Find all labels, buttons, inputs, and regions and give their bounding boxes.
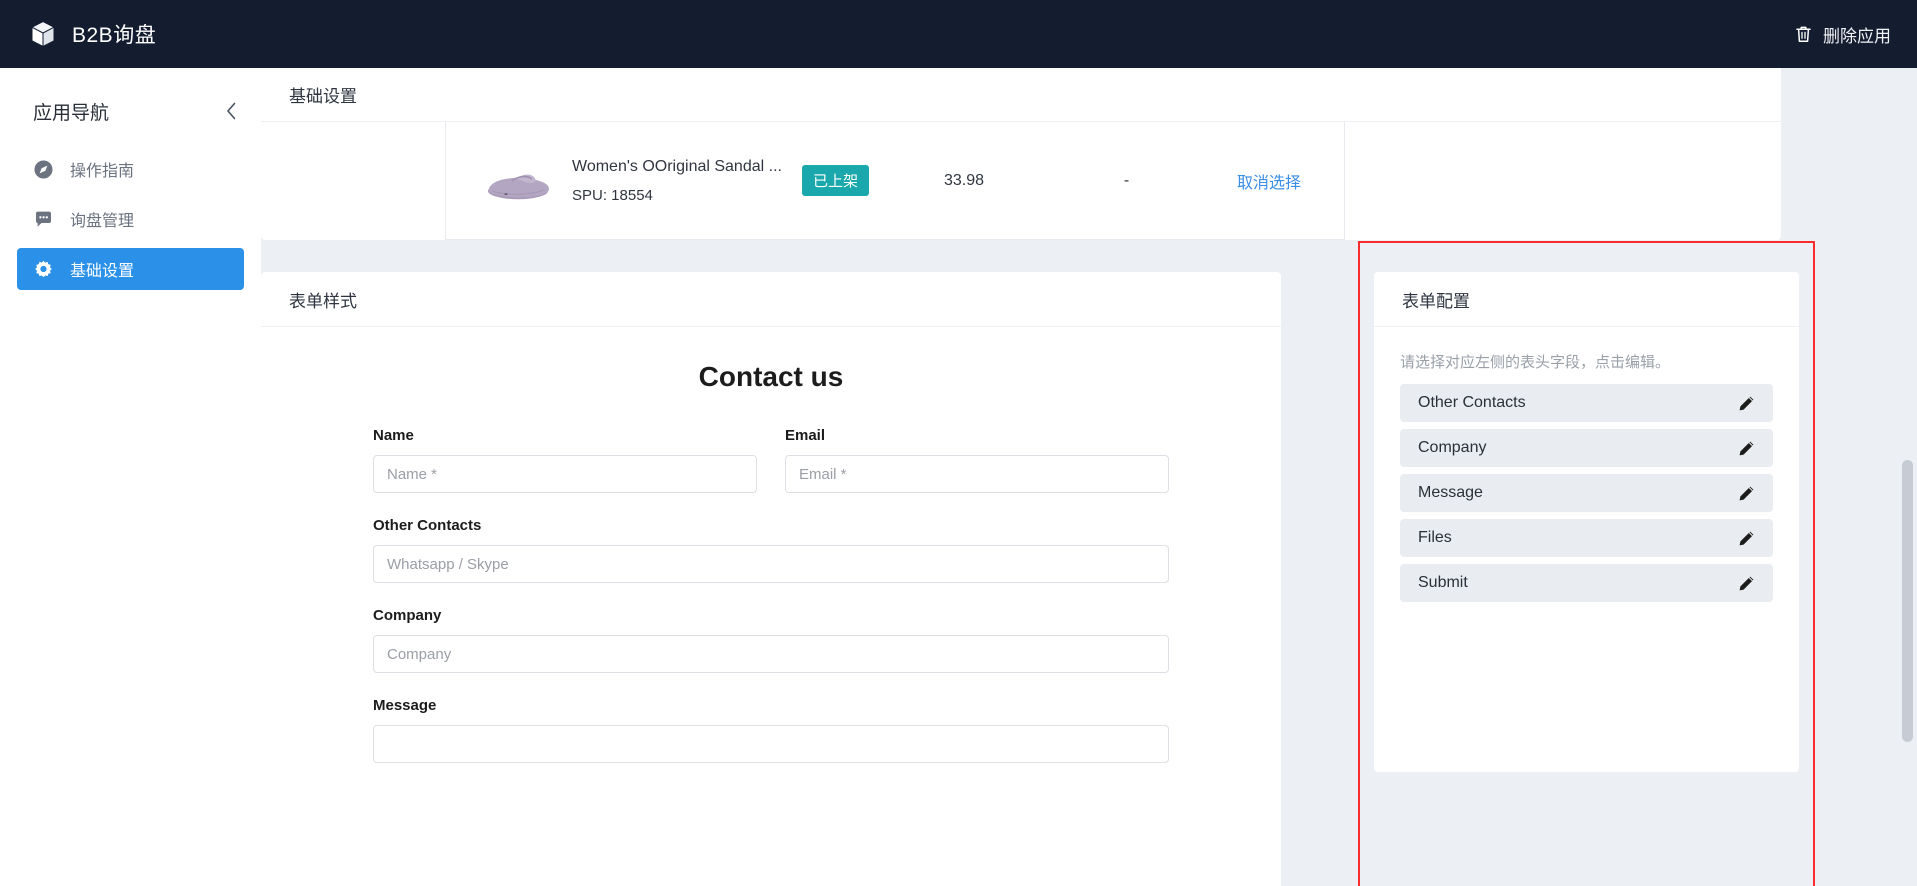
email-input[interactable]	[785, 455, 1169, 493]
form-style-header: 表单样式	[261, 272, 1281, 327]
basic-settings-title: 基础设置	[289, 87, 357, 106]
email-field-group: Email	[785, 427, 1169, 493]
form-style-card: 表单样式 Contact us Name Email Other Contact…	[261, 272, 1281, 886]
page-scrollbar[interactable]	[1902, 68, 1913, 886]
sidebar-nav: 操作指南 询盘管理 基础设置	[0, 148, 261, 290]
product-area: Women's OOriginal Sandal ... SPU: 18554 …	[261, 122, 1781, 240]
name-input[interactable]	[373, 455, 757, 493]
pencil-icon[interactable]	[1738, 395, 1755, 412]
app-root: B2B询盘 删除应用 应用导航 操作指南 询盘管理 基础设置 基础设置 Wome…	[0, 0, 1917, 886]
config-item-other-contacts[interactable]: Other Contacts	[1400, 384, 1773, 422]
name-field-label: Name	[373, 427, 414, 444]
form-config-card: 表单配置 请选择对应左侧的表头字段，点击编辑。 Other Contacts C…	[1374, 272, 1799, 772]
config-item-label: Message	[1418, 484, 1483, 501]
form-config-hint: 请选择对应左侧的表头字段，点击编辑。	[1400, 354, 1671, 371]
compass-icon	[34, 160, 53, 179]
email-field-label: Email	[785, 427, 826, 444]
config-item-label: Company	[1418, 439, 1487, 456]
sandal-product-image	[488, 174, 549, 199]
name-email-row: Name Email	[373, 427, 1169, 493]
config-item-label: Other Contacts	[1418, 394, 1526, 411]
sidebar-item-inquiry[interactable]: 询盘管理	[17, 198, 244, 240]
sidebar-header: 应用导航	[0, 82, 261, 140]
config-item-submit[interactable]: Submit	[1400, 564, 1773, 602]
sidebar-title: 应用导航	[33, 102, 110, 124]
pencil-icon[interactable]	[1738, 440, 1755, 457]
config-item-label: Submit	[1418, 574, 1468, 591]
cube-icon	[30, 20, 56, 48]
product-info: Women's OOriginal Sandal ... SPU: 18554	[572, 158, 787, 204]
message-field-group: Message	[373, 697, 1169, 763]
chat-bubble-icon	[34, 210, 53, 229]
basic-settings-card: 基础设置 Women's OOriginal Sandal ... SPU: 1…	[261, 68, 1781, 240]
sidebar-item-guide[interactable]: 操作指南	[17, 148, 244, 190]
brand: B2B询盘	[30, 19, 156, 49]
form-config-title: 表单配置	[1402, 291, 1470, 311]
other-contacts-input[interactable]	[373, 545, 1169, 583]
sidebar: 应用导航 操作指南 询盘管理 基础设置	[0, 68, 261, 886]
sidebar-item-label: 操作指南	[70, 163, 135, 180]
main-content: 基础设置 Women's OOriginal Sandal ... SPU: 1…	[261, 68, 1917, 886]
product-secondary-value: -	[1123, 171, 1130, 189]
name-field-group: Name	[373, 427, 757, 493]
form-config-header: 表单配置	[1374, 272, 1799, 327]
product-spu: SPU: 18554	[572, 186, 653, 204]
top-bar: B2B询盘 删除应用	[0, 0, 1917, 68]
pencil-icon[interactable]	[1738, 530, 1755, 547]
config-item-files[interactable]: Files	[1400, 519, 1773, 557]
config-item-message[interactable]: Message	[1400, 474, 1773, 512]
sidebar-item-label: 询盘管理	[70, 213, 135, 230]
form-config-list: Other Contacts Company Message Files Sub…	[1374, 384, 1799, 602]
cancel-selection-link[interactable]: 取消选择	[1194, 169, 1344, 193]
product-row[interactable]: Women's OOriginal Sandal ... SPU: 18554 …	[445, 122, 1345, 240]
product-thumbnail	[464, 157, 572, 205]
status-badge: 已上架	[802, 165, 870, 196]
other-contacts-field-group: Other Contacts	[373, 517, 1169, 583]
pencil-icon[interactable]	[1738, 485, 1755, 502]
config-item-company[interactable]: Company	[1400, 429, 1773, 467]
product-price: 33.98	[943, 171, 985, 189]
sidebar-item-label: 基础设置	[70, 263, 135, 280]
company-input[interactable]	[373, 635, 1169, 673]
sidebar-item-basic-settings[interactable]: 基础设置	[17, 248, 244, 290]
basic-settings-header: 基础设置	[261, 68, 1781, 122]
pencil-icon[interactable]	[1738, 575, 1755, 592]
company-field-label: Company	[373, 607, 442, 624]
config-item-label: Files	[1418, 529, 1452, 546]
product-title: Women's OOriginal Sandal ...	[572, 157, 782, 175]
chevron-left-icon[interactable]	[226, 102, 237, 120]
message-input[interactable]	[373, 725, 1169, 763]
delete-app-label: 删除应用	[1823, 26, 1891, 46]
contact-form-preview: Contact us Name Email Other Contacts	[261, 327, 1281, 763]
trash-icon	[1795, 25, 1812, 43]
other-contacts-field-label: Other Contacts	[373, 517, 482, 534]
message-field-label: Message	[373, 697, 437, 714]
form-style-title: 表单样式	[289, 291, 357, 311]
scrollbar-thumb[interactable]	[1902, 460, 1913, 742]
gear-icon	[34, 260, 53, 279]
brand-title: B2B询盘	[72, 24, 157, 47]
company-field-group: Company	[373, 607, 1169, 673]
contact-form-heading: Contact us	[698, 361, 844, 392]
delete-app-button[interactable]: 删除应用	[1795, 22, 1891, 47]
